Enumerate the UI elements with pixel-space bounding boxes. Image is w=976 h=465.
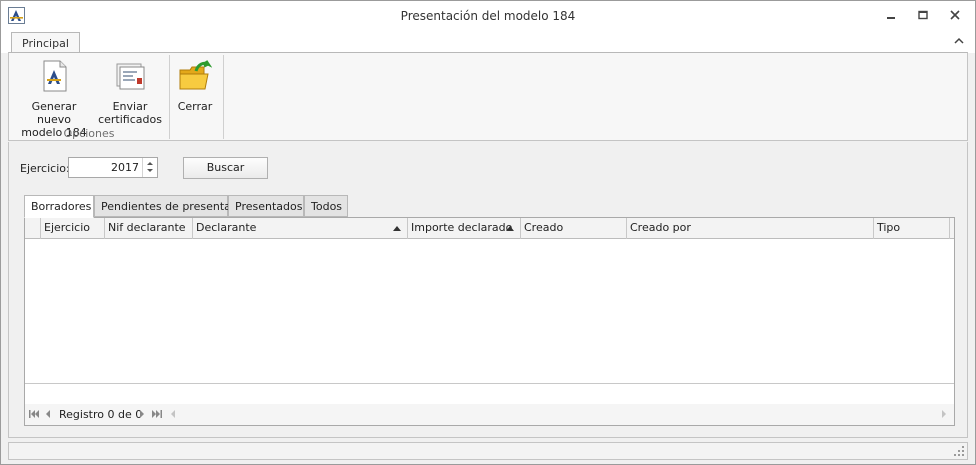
spinner-arrows[interactable]	[142, 158, 157, 177]
column-header[interactable]: Tipo	[874, 218, 950, 239]
certificates-icon	[116, 63, 145, 90]
generate-model-label-1: Generar nuevo	[31, 100, 77, 126]
title-bar: Presentación del modelo 184	[1, 1, 975, 31]
tab-presentados[interactable]: Presentados	[228, 195, 304, 217]
next-record-icon[interactable]	[139, 409, 145, 419]
main-window: Presentación del modelo 184 Principal Ge…	[0, 0, 976, 465]
ribbon-group-divider-2	[223, 55, 224, 139]
close-form-label: Cerrar	[177, 100, 213, 113]
send-certificates-button[interactable]: Enviar certificados	[97, 56, 163, 126]
column-header-sorted[interactable]: Declarante	[193, 218, 408, 239]
scroll-left-icon[interactable]	[171, 410, 175, 418]
close-form-button[interactable]: Cerrar	[173, 56, 217, 113]
ribbon-panel: Generar nuevo modelo 184 Enviar certific…	[8, 52, 968, 141]
grid-header: Ejercicio Nif declarante Declarante Impo…	[25, 218, 954, 239]
ribbon-group-divider	[169, 55, 170, 139]
column-header[interactable]: Creado	[521, 218, 627, 239]
last-record-icon[interactable]	[152, 409, 162, 419]
ejercicio-label: Ejercicio:	[20, 162, 70, 175]
spin-down-icon[interactable]	[147, 169, 153, 172]
column-header-label: Declarante	[196, 221, 257, 234]
tab-pendientes[interactable]: Pendientes de presentar	[94, 195, 235, 217]
ribbon-group-label: Opciones	[63, 127, 115, 140]
ribbon-tab-strip: Principal	[1, 31, 975, 54]
window-title: Presentación del modelo 184	[400, 9, 576, 23]
first-record-icon[interactable]	[29, 409, 39, 419]
column-header[interactable]: Creado por	[627, 218, 874, 239]
column-header[interactable]: Nif declarante	[105, 218, 193, 239]
status-bar	[8, 442, 968, 460]
close-button[interactable]	[943, 5, 967, 25]
ribbon-tab-principal[interactable]: Principal	[11, 32, 80, 54]
scroll-right-icon[interactable]	[942, 410, 946, 418]
record-navigator: Registro 0 de 0	[25, 404, 954, 425]
send-certificates-label-1: Enviar	[112, 100, 148, 113]
sort-ascending-icon	[506, 226, 514, 231]
record-count: Registro 0 de 0	[59, 408, 143, 421]
previous-record-icon[interactable]	[45, 409, 51, 419]
results-grid[interactable]: Ejercicio Nif declarante Declarante Impo…	[24, 217, 955, 426]
send-certificates-label-2: certificados	[98, 113, 162, 126]
folder-exit-icon	[179, 60, 213, 90]
tab-todos[interactable]: Todos	[304, 195, 348, 217]
grid-footer-divider	[25, 383, 954, 384]
sort-ascending-icon	[393, 226, 401, 231]
minimize-icon	[887, 17, 895, 19]
column-header[interactable]: Ejercicio	[41, 218, 105, 239]
collapse-ribbon-icon[interactable]	[953, 36, 965, 46]
close-icon	[950, 10, 960, 20]
minimize-button[interactable]	[879, 5, 903, 25]
restore-button[interactable]	[911, 5, 935, 25]
spin-up-icon[interactable]	[147, 162, 153, 165]
grid-body[interactable]	[25, 239, 954, 383]
ejercicio-spinner[interactable]: 2017	[68, 157, 158, 178]
row-indicator-header	[25, 218, 41, 239]
column-header-label: Importe declarado	[411, 221, 513, 234]
ejercicio-value[interactable]: 2017	[111, 161, 139, 174]
column-header-sorted[interactable]: Importe declarado	[408, 218, 521, 239]
search-button[interactable]: Buscar	[183, 157, 268, 179]
document-logo-icon	[43, 60, 67, 92]
tab-borradores[interactable]: Borradores	[24, 195, 94, 218]
restore-icon	[918, 10, 928, 20]
resize-grip-icon[interactable]	[954, 446, 964, 456]
